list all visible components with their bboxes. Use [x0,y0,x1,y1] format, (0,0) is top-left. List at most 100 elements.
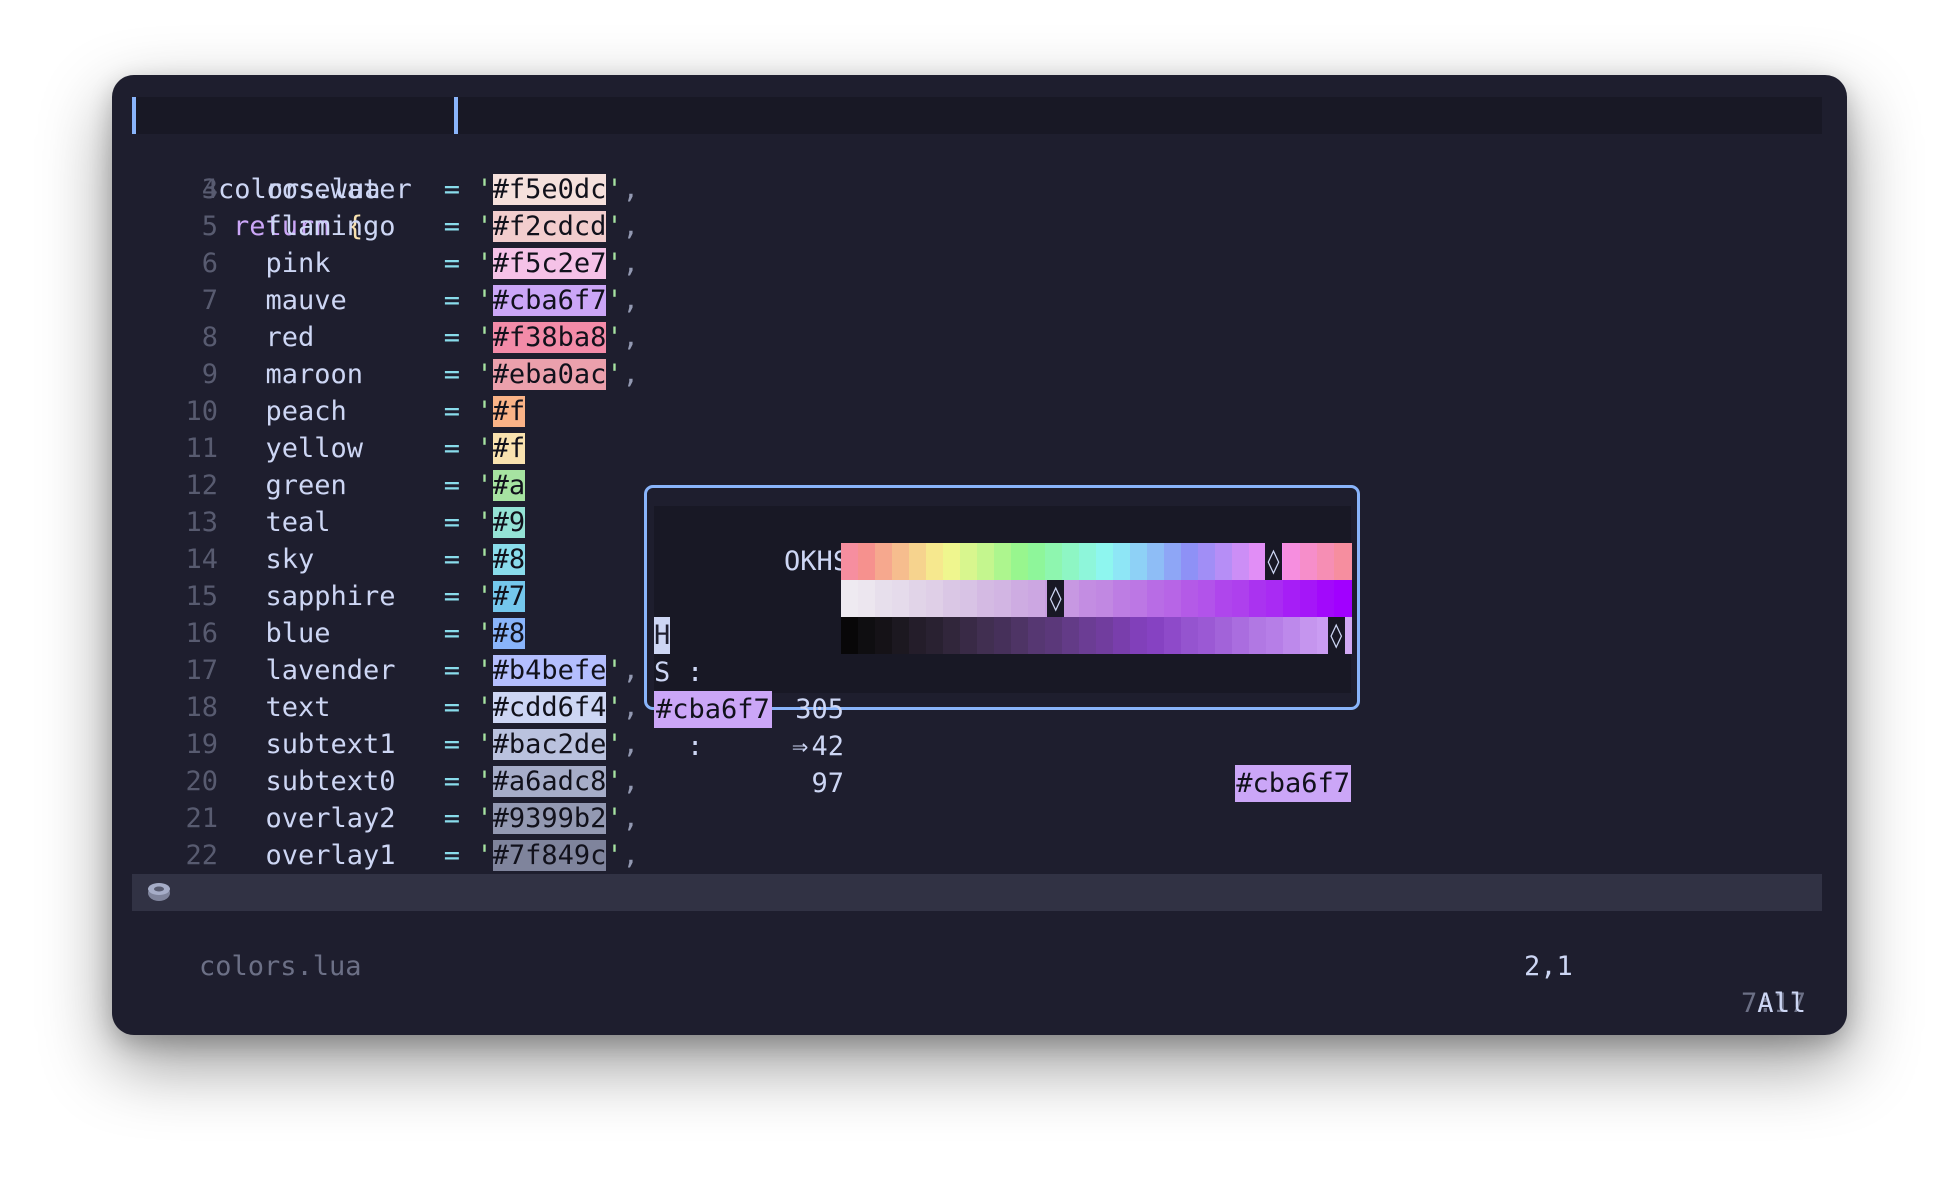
code-line-return[interactable]: 3 return { [132,134,1822,242]
assign-operator: = [443,470,461,501]
color-swatch: #f2cdcd [492,211,607,242]
slider-handle[interactable]: ◊ [1327,617,1345,654]
gradient-cell [1147,543,1165,580]
gradient-cell [1079,543,1097,580]
open-quote: ' [476,729,493,760]
code-line-mauve[interactable]: 7 mauve = '#cba6f7', [132,282,1822,319]
gradient-cell [1164,543,1182,580]
gradient-cell [1334,580,1352,617]
code-line-maroon[interactable]: 9 maroon = '#eba0ac', [132,356,1822,393]
color-swatch: #f [492,433,526,464]
code-text: blue = '#8 [233,615,526,652]
gradient-cell [909,543,927,580]
code-line-flamingo[interactable]: 5 flamingo = '#f2cdcd', [132,208,1822,245]
gradient-cell [1130,617,1148,654]
code-line-overlay2[interactable]: 21 overlay2 = '#9399b2', [132,800,1822,837]
assign-operator: = [443,766,461,797]
comma: , [622,729,639,760]
gradient-cell [977,543,995,580]
code-line-red[interactable]: 8 red = '#f38ba8', [132,319,1822,356]
color-swatch: #a [492,470,526,501]
assign-operator: = [443,359,461,390]
open-quote: ' [476,544,493,575]
gradient-cell [1198,543,1216,580]
saturation-row[interactable]: S : 42 ◊ [654,580,1352,762]
color-key: subtext0 [265,766,396,797]
gradient-cell [926,543,944,580]
gradient-cell [960,580,978,617]
code-text: yellow = '#f [233,430,526,467]
color-picker-popup[interactable]: OKHSV H : 305 ◊ S : 42 ◊ [644,485,1360,802]
gradient-cell [1181,580,1199,617]
gradient-cell [841,543,859,580]
gradient-cell [892,580,910,617]
hue-slider[interactable]: ◊ [841,543,1352,580]
code-line-yellow[interactable]: 11 yellow = '#f [132,430,1822,467]
gradient-cell [1300,617,1318,654]
assign-operator: = [443,803,461,834]
assign-operator: = [443,581,461,612]
assign-operator: = [443,840,461,871]
code-line-pink[interactable]: 6 pink = '#f5c2e7', [132,245,1822,282]
open-quote: ' [476,396,493,427]
value-row[interactable]: V : 97 ◊ [654,617,1352,799]
gradient-cell [1079,580,1097,617]
slider-handle[interactable]: ◊ [1047,580,1065,617]
original-color-swatch[interactable]: #cba6f7 [654,691,772,728]
comma: , [622,655,639,686]
assign-operator: = [443,322,461,353]
gradient-cell [994,543,1012,580]
comma: , [622,803,639,834]
saturation-slider[interactable]: ◊ [841,580,1352,617]
gradient-cell [1198,580,1216,617]
close-quote: ' [606,322,623,353]
tabline: colors.lua [132,97,1822,205]
assign-operator: = [443,211,461,242]
slider-handle[interactable]: ◊ [1264,543,1282,580]
code-line-overlay1[interactable]: 22 overlay1 = '#7f849c', [132,837,1822,874]
line-number: 13 [185,507,218,538]
gradient-cell [994,617,1012,654]
close-quote: ' [606,766,623,797]
gradient-cell [1113,543,1131,580]
gradient-cell [875,617,893,654]
color-key: maroon [265,359,364,390]
line-number: 9 [201,359,218,390]
code-text: green = '#a [233,467,526,504]
color-key: yellow [265,433,364,464]
code-line-subtext1[interactable]: 19 subtext1 = '#bac2de', [132,726,1822,763]
code-line-peach[interactable]: 10 peach = '#f [132,393,1822,430]
color-swatch: #8 [492,618,526,649]
close-quote: ' [606,803,623,834]
code-text: sapphire = '#7 [233,578,526,615]
gradient-cell [909,580,927,617]
line-number: 22 [185,840,218,871]
line-number: 15 [185,581,218,612]
code-line-rosewater[interactable]: 4 rosewater = '#f5e0dc', [132,171,1822,208]
code-text: rosewater = '#f5e0dc', [233,171,639,208]
statusline: colors.lua 7:17 [132,874,1822,1019]
open-quote: ' [476,470,493,501]
gradient-cell [977,617,995,654]
code-line-subtext0[interactable]: 20 subtext0 = '#a6adc8', [132,763,1822,800]
gradient-cell [1147,617,1165,654]
gradient-cell [1249,543,1267,580]
line-number: 10 [185,396,218,427]
hue-row[interactable]: H : 305 ◊ [654,543,1352,725]
line-number: 18 [185,692,218,723]
gradient-cell [1215,580,1233,617]
close-quote: ' [606,248,623,279]
close-quote: ' [606,285,623,316]
open-quote: ' [476,655,493,686]
gradient-cell [1181,543,1199,580]
color-key: blue [265,618,331,649]
color-key: flamingo [265,211,396,242]
gradient-cell [841,617,859,654]
value-slider[interactable]: ◊ [841,617,1352,654]
gradient-cell [1028,580,1046,617]
picker-title-row: OKHSV [654,506,1351,577]
new-color-swatch[interactable]: #cba6f7 [1235,765,1351,802]
color-key: sapphire [265,581,396,612]
open-quote: ' [476,174,493,205]
command-line[interactable]: 2,1 All [132,911,1822,1019]
